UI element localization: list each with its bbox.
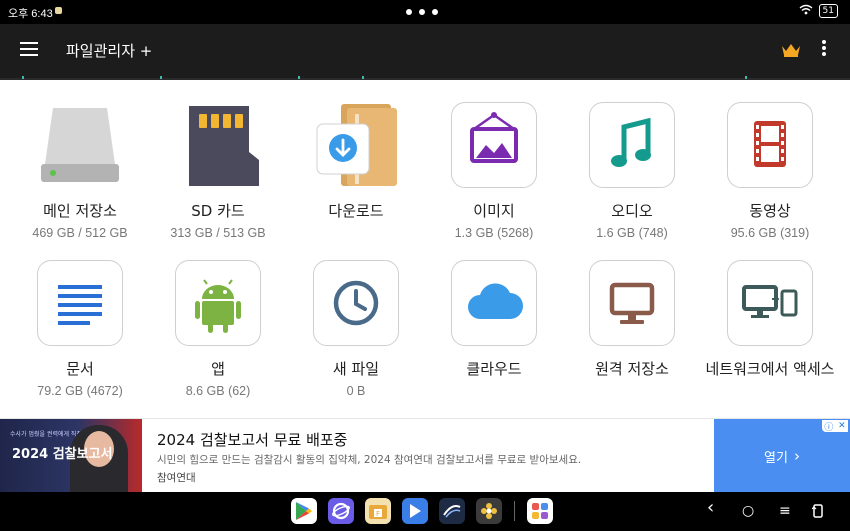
hamburger-menu-icon[interactable] [20, 42, 38, 56]
category-new-files[interactable]: 새 파일 0 B [287, 260, 425, 399]
category-network-access[interactable]: 네트워크에서 액세스 [701, 260, 839, 399]
download-folder-icon [313, 102, 399, 188]
category-size [287, 226, 425, 241]
taskbar: F ‹ ○ ≡ [0, 492, 850, 531]
cloud-icon [451, 260, 537, 346]
swipe-app-icon[interactable] [439, 498, 465, 524]
status-bar: 오후 6:43 51 [0, 0, 850, 24]
monitor-icon [589, 260, 675, 346]
category-main-storage[interactable]: 메인 저장소 469 GB / 512 GB [11, 102, 149, 241]
category-downloads[interactable]: 다운로드 [287, 102, 425, 241]
ad-description: 시민의 힘으로 만드는 검찰감시 활동의 집약체, 2024 참여연대 검찰보고… [157, 454, 582, 466]
category-label: 오디오 [611, 202, 653, 220]
category-label: 동영상 [749, 202, 791, 220]
film-icon [727, 102, 813, 188]
image-icon [451, 102, 537, 188]
category-size: 313 GB / 513 GB [170, 226, 266, 240]
ad-thumbnail: 수사가 멈췄을 권력에게 직접 던진 질문 2024 검찰보고서 [0, 419, 142, 493]
crown-icon[interactable] [781, 42, 801, 57]
category-label: 네트워크에서 액세스 [705, 360, 835, 378]
category-size [563, 384, 701, 399]
category-label: 이미지 [473, 202, 515, 220]
category-label: 클라우드 [466, 360, 522, 378]
ad-choices-icon[interactable]: ⓘ ✕ [822, 420, 848, 433]
app-bar-divider [0, 76, 850, 80]
divider-mark [745, 76, 747, 79]
category-videos[interactable]: 동영상 95.6 GB (319) [701, 102, 839, 241]
divider-mark [362, 76, 364, 79]
category-sd-card[interactable]: SD 카드 313 GB / 513 GB [149, 102, 287, 241]
category-size: 1.6 GB (748) [596, 226, 668, 240]
wifi-icon [799, 4, 813, 18]
ad-advertiser: 참여연대 [157, 472, 196, 484]
category-label: 앱 [211, 360, 225, 378]
internet-browser-icon[interactable] [328, 498, 354, 524]
rotate-icon[interactable] [811, 503, 824, 522]
category-size: 469 GB / 512 GB [32, 226, 128, 240]
settings-flower-icon[interactable] [476, 498, 502, 524]
divider-mark [22, 76, 24, 79]
dock-separator [514, 501, 515, 521]
hard-drive-icon [37, 102, 123, 188]
category-images[interactable]: 이미지 1.3 GB (5268) [425, 102, 563, 241]
app-bar: 파일관리자 + [0, 24, 850, 76]
category-apps[interactable]: 앱 8.6 GB (62) [149, 260, 287, 399]
app-title: 파일관리자 + [66, 42, 153, 60]
android-icon [175, 260, 261, 346]
network-devices-icon [727, 260, 813, 346]
category-label: 새 파일 [332, 360, 380, 378]
category-size: 95.6 GB (319) [730, 226, 810, 240]
category-label: SD 카드 [191, 202, 245, 220]
video-player-icon[interactable] [402, 498, 428, 524]
divider-mark [160, 76, 162, 79]
category-size: 8.6 GB (62) [185, 384, 251, 398]
category-label: 원격 저장소 [595, 360, 669, 378]
category-documents[interactable]: 문서 79.2 GB (4672) [11, 260, 149, 399]
battery-icon: 51 [818, 4, 838, 18]
notification-icon [55, 7, 62, 14]
category-size: 79.2 GB (4672) [37, 384, 123, 398]
nav-home-button[interactable]: ○ [742, 504, 754, 518]
category-audio[interactable]: 오디오 1.6 GB (748) [563, 102, 701, 241]
ad-headline[interactable]: 2024 검찰보고서 무료 배포중 [157, 429, 347, 450]
category-label: 메인 저장소 [43, 202, 117, 220]
file-manager-icon[interactable]: F [365, 498, 391, 524]
category-size [425, 384, 563, 399]
more-vert-icon[interactable] [820, 40, 828, 58]
chevron-right-icon: › [793, 447, 800, 465]
category-size: 1.3 GB (5268) [454, 226, 534, 240]
divider-mark [298, 76, 300, 79]
nav-back-button[interactable]: ‹ [707, 499, 714, 517]
window-handle-dots[interactable] [406, 9, 438, 15]
sd-card-icon [175, 102, 261, 188]
category-label: 문서 [66, 360, 94, 378]
ad-thumbnail-title: 2024 검찰보고서 [12, 447, 113, 462]
category-label: 다운로드 [328, 202, 384, 220]
category-size [701, 384, 839, 399]
clock-icon [313, 260, 399, 346]
nav-recents-button[interactable]: ≡ [779, 504, 791, 518]
status-time: 오후 6:43 [8, 8, 53, 20]
ad-banner[interactable]: 수사가 멈췄을 권력에게 직접 던진 질문 2024 검찰보고서 2024 검찰… [0, 418, 850, 493]
ad-open-label: 열기 [764, 450, 788, 466]
document-lines-icon [37, 260, 123, 346]
category-remote-storage[interactable]: 원격 저장소 [563, 260, 701, 399]
app-dock: F [291, 498, 553, 524]
category-size: 0 B [346, 384, 366, 398]
app-drawer-icon[interactable] [527, 498, 553, 524]
music-note-icon [589, 102, 675, 188]
svg-text:F: F [376, 510, 380, 518]
play-store-icon[interactable] [291, 498, 317, 524]
category-cloud[interactable]: 클라우드 [425, 260, 563, 399]
